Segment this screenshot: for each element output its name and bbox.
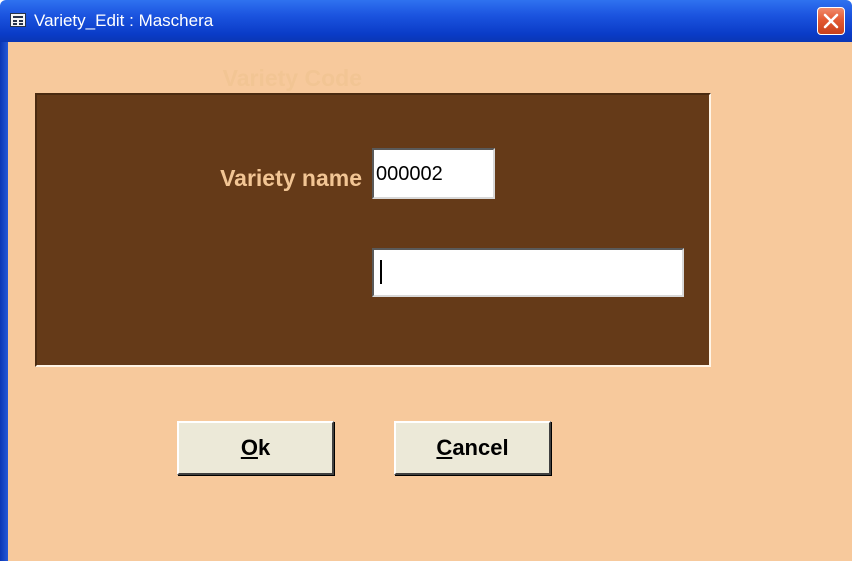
cancel-button-label-rest: ancel [452, 435, 509, 460]
cancel-button-accesskey: C [436, 435, 453, 460]
detail-panel [35, 93, 711, 367]
variety-name-label: Variety name [220, 165, 362, 191]
variety-name-field[interactable] [372, 248, 684, 297]
window-frame-left [0, 42, 8, 561]
close-button[interactable] [817, 7, 845, 35]
ok-button-accesskey: O [240, 435, 258, 460]
close-icon [823, 13, 839, 29]
form-icon [10, 13, 26, 27]
variety-code-field[interactable] [372, 148, 495, 199]
text-caret [380, 260, 382, 284]
variety-code-label: Variety Code [222, 65, 362, 91]
ok-button[interactable]: Ok [177, 421, 334, 475]
window-title: Variety_Edit : Maschera [34, 11, 214, 30]
cancel-button[interactable]: Cancel [394, 421, 551, 475]
title-bar[interactable]: Variety_Edit : Maschera [0, 0, 852, 42]
dialog-window: Variety_Edit : Maschera Variety Code Var… [0, 0, 852, 561]
ok-button-label-rest: k [257, 435, 271, 460]
